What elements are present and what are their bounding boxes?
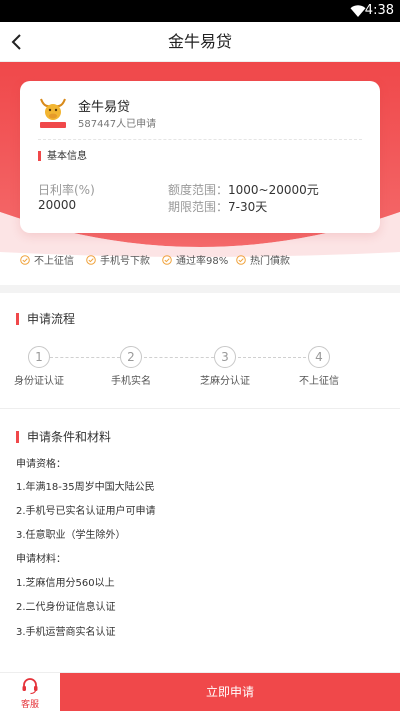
materials-title: 申请材料： — [16, 554, 66, 565]
feature-label: 不上征信 — [34, 256, 74, 267]
basic-info-title: 基本信息 — [47, 151, 87, 162]
process-step: 4 不上征信 — [294, 346, 344, 387]
process-step: 3 芝麻分认证 — [200, 346, 250, 387]
amount-range-value: 1000~20000元 — [228, 183, 319, 197]
nav-bar: 金牛易贷 — [0, 22, 400, 62]
wifi-icon — [350, 5, 366, 17]
feature-tags: 不上征信 手机号下款 通过率98% 热门僨款 — [0, 255, 400, 273]
section-marker — [16, 431, 19, 443]
headset-icon — [22, 678, 38, 695]
step-number: 3 — [214, 346, 236, 368]
qualification-title: 申请资格： — [16, 459, 66, 470]
step-label: 不上征信 — [299, 376, 339, 387]
feature-tag: 不上征信 — [20, 255, 74, 269]
qualification-item: 2.手机号已实名认证用户可申请 — [16, 506, 156, 517]
step-number: 2 — [120, 346, 142, 368]
status-bar: 4:38 — [0, 0, 400, 22]
conditions-title: 申请条件和材料 — [27, 430, 112, 444]
bottom-bar: 客服 立即申请 — [0, 672, 400, 711]
material-item: 3.手机运营商实名认证 — [16, 627, 116, 638]
applied-count: 587447人已申请 — [78, 119, 157, 130]
section-marker — [16, 313, 19, 325]
product-card: 金牛易贷 587447人已申请 基本信息 日利率(%) 20000 额度范围：1… — [20, 81, 380, 233]
process-step: 1 身份证认证 — [14, 346, 64, 387]
step-label: 手机实名 — [111, 376, 151, 387]
daily-rate-label: 日利率(%) — [38, 183, 95, 197]
process-title: 申请流程 — [27, 312, 76, 326]
check-circle-icon — [236, 255, 246, 265]
feature-tag: 热门僨款 — [236, 255, 290, 269]
term-range-value: 7-30天 — [228, 200, 268, 214]
feature-label: 手机号下款 — [100, 256, 150, 267]
page-title: 金牛易贷 — [167, 32, 232, 51]
step-number: 1 — [28, 346, 50, 368]
card-divider — [38, 139, 362, 140]
status-time: 4:38 — [364, 3, 394, 18]
amount-range-label: 额度范围： — [168, 183, 229, 197]
product-name: 金牛易贷 — [78, 100, 131, 115]
conditions-heading: 申请条件和材料 — [16, 430, 111, 444]
check-circle-icon — [20, 255, 30, 265]
basic-info-heading: 基本信息 — [38, 147, 87, 162]
customer-service-button[interactable]: 客服 — [0, 673, 60, 711]
apply-now-button[interactable]: 立即申请 — [60, 673, 400, 711]
process-heading: 申请流程 — [16, 312, 75, 326]
amount-range: 额度范围：1000~20000元 — [168, 181, 319, 198]
step-label: 芝麻分认证 — [200, 376, 250, 387]
term-range: 期限范围：7-30天 — [168, 198, 267, 215]
bull-logo-icon — [40, 98, 66, 128]
section-divider — [0, 408, 400, 409]
check-circle-icon — [86, 255, 96, 265]
process-steps: 1 身份证认证 2 手机实名 3 芝麻分认证 4 不上征信 — [0, 346, 400, 396]
customer-service-label: 客服 — [20, 700, 39, 710]
term-range-label: 期限范围： — [168, 200, 229, 214]
material-item: 1.芝麻信用分560以上 — [16, 578, 115, 589]
step-label: 身份证认证 — [14, 376, 64, 387]
feature-label: 热门僨款 — [250, 256, 290, 267]
material-item: 2.二代身份证信息认证 — [16, 602, 116, 613]
feature-tag: 通过率98% — [162, 255, 228, 269]
process-step: 2 手机实名 — [106, 346, 156, 387]
check-circle-icon — [162, 255, 172, 265]
section-marker — [38, 151, 41, 161]
daily-rate-value: 20000 — [38, 198, 77, 212]
feature-tag: 手机号下款 — [86, 255, 150, 269]
qualification-item: 3.任意职业（学生除外） — [16, 530, 126, 541]
section-gap — [0, 285, 400, 293]
step-number: 4 — [308, 346, 330, 368]
qualification-item: 1.年满18-35周岁中国大陆公民 — [16, 482, 155, 493]
feature-label: 通过率98% — [176, 256, 229, 267]
